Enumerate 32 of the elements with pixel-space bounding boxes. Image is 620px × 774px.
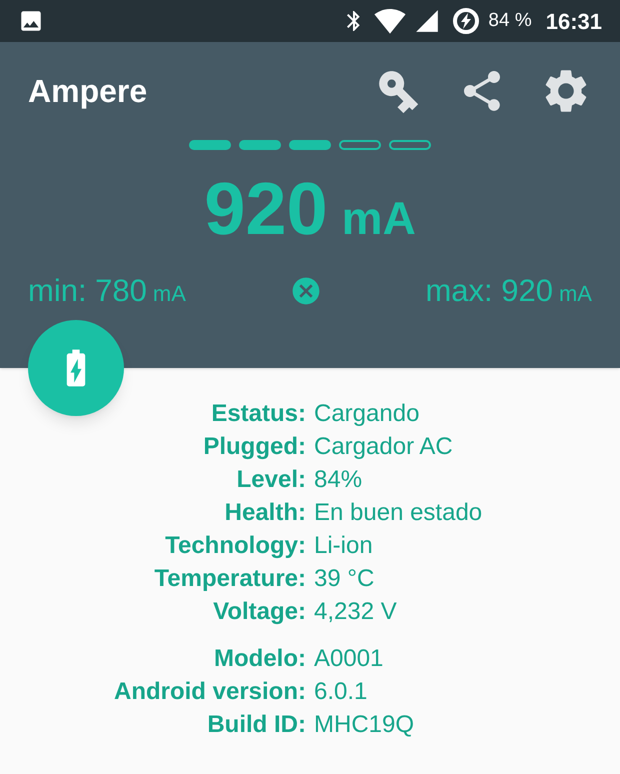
detail-label: Voltage:: [212, 600, 306, 624]
detail-value: Li-ion: [314, 534, 373, 558]
detail-label: Health:: [224, 501, 306, 525]
detail-value: En buen estado: [314, 501, 482, 525]
detail-value: A0001: [314, 647, 384, 671]
detail-value: Cargando: [314, 402, 420, 426]
battery-percentage: 84 %: [488, 8, 532, 33]
detail-label: Plugged:: [202, 435, 306, 459]
current-unit: mA: [342, 195, 416, 241]
app-title: Ampere: [28, 72, 148, 111]
detail-label: Android version:: [112, 680, 306, 704]
clock: 16:31: [546, 8, 602, 36]
detail-label: Build ID:: [206, 713, 306, 737]
min-unit: mA: [152, 280, 186, 308]
max-reading: max: 920: [425, 272, 553, 310]
detail-label: Estatus:: [210, 402, 306, 426]
battery-charging-icon: [452, 7, 480, 35]
min-reading: min: 780: [28, 272, 147, 310]
detail-label: Technology:: [164, 534, 306, 558]
detail-value: 39 °C: [314, 567, 374, 591]
detail-value: MHC19Q: [314, 713, 414, 737]
detail-value: 6.0.1: [314, 680, 368, 704]
max-unit: mA: [558, 280, 592, 308]
detail-label: Temperature:: [153, 567, 306, 591]
detail-value: Cargador AC: [314, 435, 453, 459]
detail-label: Modelo:: [213, 647, 306, 671]
detail-value: 84%: [314, 468, 362, 492]
detail-value: 4,232 V: [314, 600, 397, 624]
detail-label: Level:: [236, 468, 306, 492]
current-reading: 920: [204, 172, 328, 246]
reset-button[interactable]: [290, 275, 322, 308]
signal-icon: [414, 8, 440, 34]
